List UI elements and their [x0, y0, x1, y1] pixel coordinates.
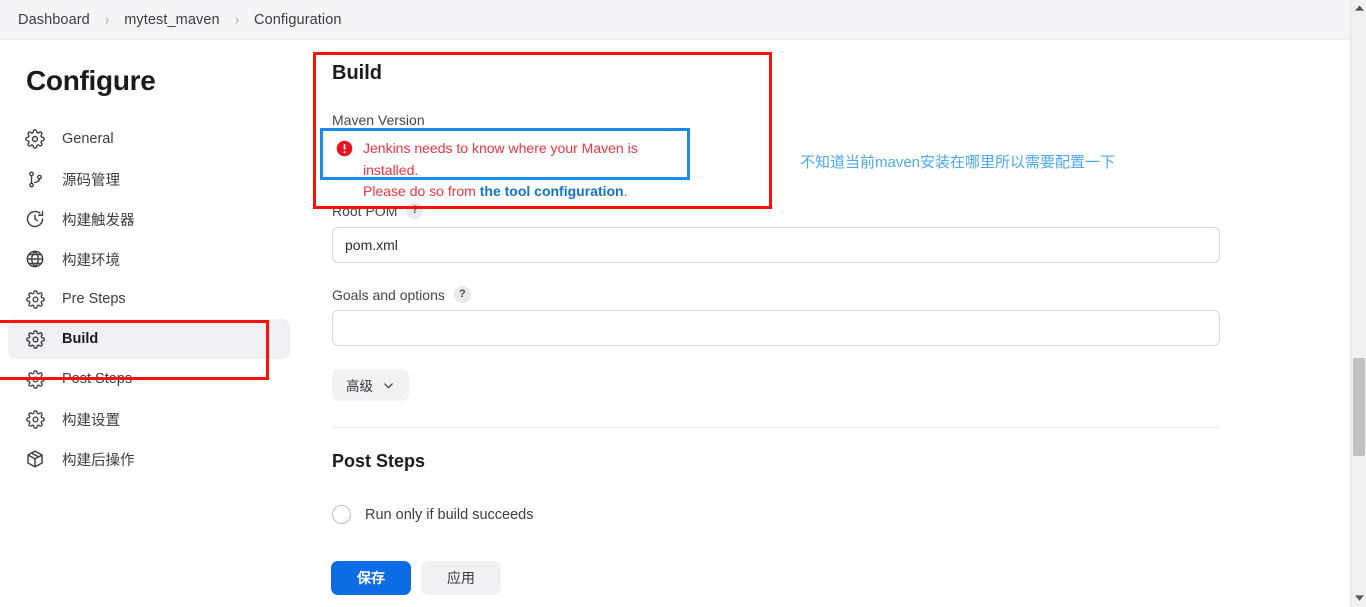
sidebar-item-label: 构建环境 — [62, 252, 120, 269]
breadcrumb-item-dashboard[interactable]: Dashboard — [14, 10, 94, 30]
goals-options-input[interactable] — [332, 310, 1220, 346]
radio-circle-icon — [332, 505, 351, 524]
sidebar-item-label: Post Steps — [62, 371, 133, 387]
sidebar-item-label: General — [62, 131, 114, 147]
breadcrumb-separator-icon: › — [104, 10, 110, 29]
jenkins-configuration-page: Dashboard › mytest_maven › Configuration… — [0, 0, 1366, 607]
page-title: Configure — [26, 65, 156, 96]
gear-icon — [24, 328, 46, 350]
section-divider — [332, 427, 1220, 428]
maven-error-message: Jenkins needs to know where your Maven i… — [336, 138, 696, 203]
sidebar-item-label: Build — [62, 331, 99, 347]
main-content: Build Maven Version Jenkins needs to kno… — [306, 40, 1350, 607]
sidebar-item-build-triggers[interactable]: 构建触发器 — [8, 199, 290, 239]
git-branch-icon — [24, 168, 46, 190]
root-pom-input[interactable] — [332, 227, 1220, 263]
footer-actions: 保存 应用 — [331, 561, 501, 595]
gear-icon — [24, 408, 46, 430]
goals-options-label-text: Goals and options — [332, 286, 445, 303]
sidebar-item-post-steps[interactable]: Post Steps — [8, 359, 290, 399]
sidebar-item-source-code-management[interactable]: 源码管理 — [8, 159, 290, 199]
breadcrumb-item-project[interactable]: mytest_maven — [120, 10, 224, 30]
root-pom-field-label: Root POM ? — [332, 202, 424, 219]
build-section-title: Build — [332, 62, 382, 84]
sidebar-item-label: 构建后操作 — [62, 452, 135, 469]
help-icon[interactable]: ? — [406, 202, 424, 219]
scrollbar-down-arrow-icon[interactable] — [1351, 590, 1366, 607]
maven-error-line2-prefix: Please do so from — [363, 183, 480, 200]
apply-button[interactable]: 应用 — [421, 561, 501, 595]
sidebar-item-build-settings[interactable]: 构建设置 — [8, 399, 290, 439]
sidebar-item-pre-steps[interactable]: Pre Steps — [8, 279, 290, 319]
chevron-down-icon — [382, 379, 395, 392]
help-icon[interactable]: ? — [453, 286, 471, 303]
clock-icon — [24, 208, 46, 230]
sidebar-item-build[interactable]: Build — [8, 319, 290, 359]
radio-label: Run only if build succeeds — [365, 506, 534, 523]
package-icon — [24, 448, 46, 470]
breadcrumb-item-configuration[interactable]: Configuration — [250, 10, 346, 30]
maven-error-text: Jenkins needs to know where your Maven i… — [363, 138, 696, 203]
sidebar-nav: General 源码管理 构建触发器 构建环境 Pre Steps Build … — [0, 119, 306, 479]
maven-error-line1: Jenkins needs to know where your Maven i… — [363, 140, 638, 178]
sidebar-item-build-environment[interactable]: 构建环境 — [8, 239, 290, 279]
advanced-button-label: 高级 — [346, 379, 373, 394]
run-only-if-build-succeeds-radio[interactable]: Run only if build succeeds — [332, 505, 533, 524]
sidebar-item-post-build-actions[interactable]: 构建后操作 — [8, 439, 290, 479]
sidebar-item-general[interactable]: General — [8, 119, 290, 159]
sidebar-item-label: 构建设置 — [62, 412, 120, 429]
post-steps-title: Post Steps — [332, 451, 426, 471]
sidebar: Configure General 源码管理 构建触发器 构建环境 Pre St… — [0, 40, 306, 607]
gear-icon — [24, 288, 46, 310]
globe-icon — [24, 248, 46, 270]
breadcrumb: Dashboard › mytest_maven › Configuration — [0, 0, 1350, 40]
maven-version-label: Maven Version — [332, 112, 425, 128]
breadcrumb-separator-icon: › — [234, 10, 240, 29]
gear-icon — [24, 368, 46, 390]
sidebar-item-label: Pre Steps — [62, 291, 126, 307]
error-circle-icon — [336, 140, 353, 157]
scrollbar-thumb[interactable] — [1353, 358, 1365, 456]
maven-error-line2-suffix: . — [623, 183, 628, 200]
root-pom-label-text: Root POM — [332, 202, 398, 219]
tool-configuration-link[interactable]: the tool configuration — [480, 183, 624, 199]
save-button[interactable]: 保存 — [331, 561, 411, 595]
scrollbar-up-arrow-icon[interactable] — [1351, 0, 1366, 17]
sidebar-item-label: 源码管理 — [62, 172, 120, 189]
goals-options-field-label: Goals and options ? — [332, 286, 471, 303]
advanced-button[interactable]: 高级 — [332, 369, 409, 401]
gear-icon — [24, 128, 46, 150]
sidebar-item-label: 构建触发器 — [62, 212, 135, 229]
browser-scrollbar[interactable] — [1350, 0, 1366, 607]
